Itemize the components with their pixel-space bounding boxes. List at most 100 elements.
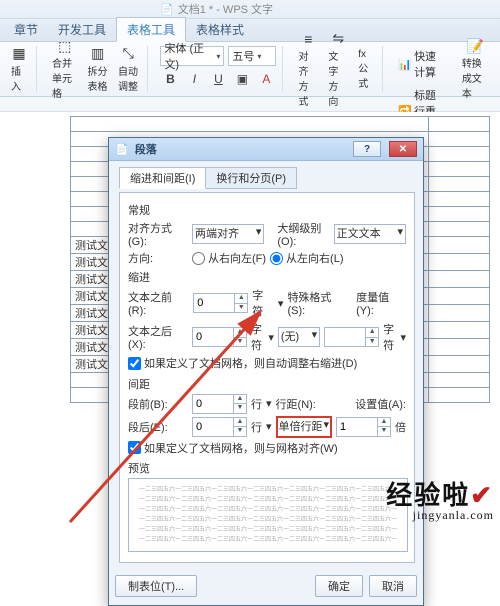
merge-button[interactable]: ⬚ 合并单元格 xyxy=(49,36,81,102)
outline-value: 正文文本 xyxy=(337,225,381,243)
unit-bei: 倍 xyxy=(395,419,406,435)
ok-button[interactable]: 确定 xyxy=(315,575,363,597)
tab-line-page[interactable]: 换行和分页(P) xyxy=(205,167,297,189)
label-align: 对齐方式(G): xyxy=(128,220,188,248)
setvalue-spin[interactable]: ▲▼ xyxy=(336,417,391,437)
label-special: 特殊格式(S): xyxy=(287,289,348,317)
bold-button[interactable]: B xyxy=(160,69,180,89)
highlight-button[interactable]: ▣ xyxy=(232,69,252,89)
help-button[interactable]: ? xyxy=(353,141,381,157)
label-setvalue: 设置值(A): xyxy=(355,396,406,412)
label-outline: 大纲级别(O): xyxy=(277,220,329,248)
outline-select[interactable]: 正文文本 ▾ xyxy=(334,224,406,244)
preview-line: 一二三四五六一二三四五六一二三四五六一二三四五六一二三四五六一二三四五六一二三四… xyxy=(139,495,397,505)
auto-indent-label: 如果定义了文档网格，则自动调整右缩进(D) xyxy=(144,355,357,371)
label-linespacing: 行距(N): xyxy=(276,396,316,412)
text-direction-button[interactable]: ⇋ 文字方向 xyxy=(325,29,351,110)
dialog-title: 段落 xyxy=(135,141,157,157)
doc-icon: 📄 xyxy=(160,3,174,16)
split-label: 拆分表格 xyxy=(88,63,108,93)
font-combo[interactable]: 宋体 (正文)▾ xyxy=(160,46,224,66)
special-select[interactable]: (无) ▾ xyxy=(278,327,320,347)
section-spacing: 间距 xyxy=(128,376,406,392)
tab-section[interactable]: 章节 xyxy=(4,18,48,41)
text-before-spin[interactable]: ▲▼ xyxy=(193,293,248,313)
split-button[interactable]: ▥ 拆分表格 xyxy=(85,44,111,95)
convert-label: 转换成文本 xyxy=(462,55,489,100)
dialog-tabs: 缩进和间距(I) 换行和分页(P) xyxy=(119,167,415,189)
insert-label: 插入 xyxy=(11,63,27,93)
align-button[interactable]: ≡ 对齐方式 xyxy=(295,29,321,110)
label-space-after: 段后(E): xyxy=(128,419,188,435)
preview-line: 一二三四五六一二三四五六一二三四五六一二三四五六一二三四五六一二三四五六一二三四… xyxy=(139,485,397,495)
label-direction: 方向: xyxy=(128,250,188,266)
snap-grid-check[interactable]: 如果定义了文档网格，则与网格对齐(W) xyxy=(128,440,338,456)
preview-box: 一二三四五六一二三四五六一二三四五六一二三四五六一二三四五六一二三四五六一二三四… xyxy=(128,478,408,552)
dir-rtl-label: 从右向左(F) xyxy=(208,250,266,266)
unit-line1: 行 xyxy=(251,396,262,412)
label-text-after: 文本之后(X): xyxy=(128,323,188,351)
split-icon: ▥ xyxy=(90,46,106,62)
auto-indent-check[interactable]: 如果定义了文档网格，则自动调整右缩进(D) xyxy=(128,355,357,371)
close-button[interactable]: ✕ xyxy=(389,141,417,157)
snap-grid-label: 如果定义了文档网格，则与网格对齐(W) xyxy=(144,440,338,456)
font-color-button[interactable]: A xyxy=(256,69,276,89)
insert-button[interactable]: ▦ 插入 xyxy=(8,44,30,95)
preview-line: 一二三四五六一二三四五六一二三四五六一二三四五六一二三四五六一二三四五六一二三四… xyxy=(139,525,397,535)
chevron-down-icon: ▾ xyxy=(397,225,403,243)
section-general: 常规 xyxy=(128,202,406,218)
tabs-button[interactable]: 制表位(T)... xyxy=(115,575,197,597)
font-value: 宋体 (正文) xyxy=(164,40,213,72)
text-after-spin[interactable]: ▲▼ xyxy=(192,327,247,347)
autofit-button[interactable]: ⤡ 自动调整 xyxy=(115,44,141,95)
chevron-down-icon: ▾ xyxy=(256,225,262,243)
align-label: 对齐方式 xyxy=(298,48,318,108)
autofit-label: 自动调整 xyxy=(118,63,138,93)
convert-button[interactable]: 📝 转换成文本 xyxy=(459,36,492,102)
chevron-down-icon: ▾ xyxy=(312,328,318,346)
paragraph-dialog: 📄 段落 ? ✕ 缩进和间距(I) 换行和分页(P) 常规 对齐方式(G): 两… xyxy=(108,137,424,606)
section-preview: 预览 xyxy=(128,460,406,476)
tab-table-tools[interactable]: 表格工具 xyxy=(116,17,186,42)
formula-label: fx 公式 xyxy=(358,49,373,90)
autofit-icon: ⤡ xyxy=(120,46,136,62)
text-dir-icon: ⇋ xyxy=(330,31,346,47)
watermark: 经验啦✔ jingyanla.com xyxy=(386,475,494,523)
align-select[interactable]: 两端对齐 ▾ xyxy=(192,224,264,244)
underline-button[interactable]: U xyxy=(208,69,228,89)
chevron-down-icon: ▾ xyxy=(257,52,261,61)
chevron-down-icon: ▾ xyxy=(216,52,220,61)
fast-calc-button[interactable]: 📊 快速计算 xyxy=(395,46,440,82)
label-measure: 度量值(Y): xyxy=(356,289,406,317)
merge-icon: ⬚ xyxy=(57,38,73,54)
unit-char1: 字符 xyxy=(252,287,274,319)
align-value: 两端对齐 xyxy=(195,225,239,243)
space-after-spin[interactable]: ▲▼ xyxy=(192,417,247,437)
dir-rtl-radio[interactable]: 从右向左(F) xyxy=(192,250,266,266)
tab-table-style[interactable]: 表格样式 xyxy=(186,18,254,41)
unit-char2: 字符 xyxy=(251,321,264,353)
dialog-title-bar[interactable]: 📄 段落 ? ✕ xyxy=(109,138,423,161)
special-value: (无) xyxy=(281,328,299,346)
document-area: 测试文字 测试文字 测试文字 测试文字 测试文字 测试文字 测试文字 测试文字 … xyxy=(0,112,500,529)
label-space-before: 段前(B): xyxy=(128,396,188,412)
space-before-spin[interactable]: ▲▼ xyxy=(192,394,247,414)
linespacing-select[interactable]: 单倍行距▾ xyxy=(276,416,332,438)
preview-line: 一二三四五六一二三四五六一二三四五六一二三四五六一二三四五六一二三四五六一二三四… xyxy=(139,515,397,525)
chevron-down-icon: ▾ xyxy=(323,418,329,436)
dir-ltr-radio[interactable]: 从左向右(L) xyxy=(270,250,343,266)
check-icon: ✔ xyxy=(470,481,494,510)
textdir-label: 文字方向 xyxy=(328,48,348,108)
measure-spin[interactable]: ▲▼ xyxy=(324,327,379,347)
cancel-button[interactable]: 取消 xyxy=(369,575,417,597)
convert-icon: 📝 xyxy=(467,38,483,54)
dir-ltr-label: 从左向右(L) xyxy=(286,250,343,266)
align-icon: ≡ xyxy=(300,31,316,47)
label-text-before: 文本之前(R): xyxy=(128,289,189,317)
ribbon: ▦ 插入 ⬚ 合并单元格 ▥ 拆分表格 ⤡ 自动调整 宋体 (正文)▾ 五号▾ … xyxy=(0,42,500,97)
tab-indent-spacing[interactable]: 缩进和间距(I) xyxy=(119,167,206,189)
size-combo[interactable]: 五号▾ xyxy=(228,46,276,66)
formula-button[interactable]: fx 公式 xyxy=(355,47,376,92)
size-value: 五号 xyxy=(232,48,254,64)
italic-button[interactable]: I xyxy=(184,69,204,89)
